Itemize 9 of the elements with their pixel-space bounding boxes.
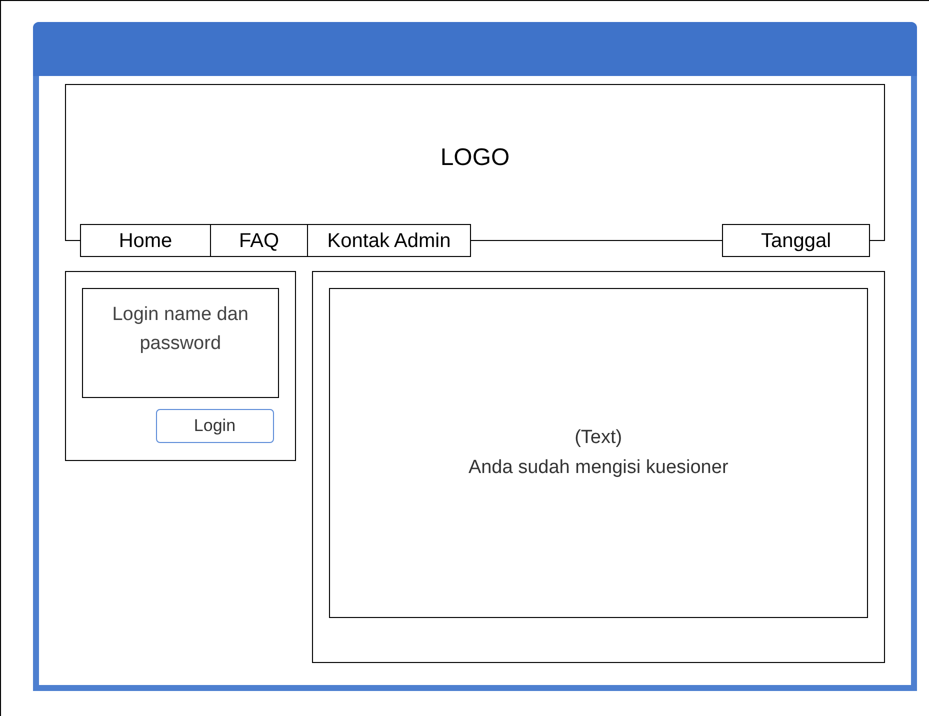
nav-link[interactable]: Home xyxy=(80,224,211,257)
login-button[interactable]: Login xyxy=(156,409,274,443)
nav-link[interactable]: Kontak Admin xyxy=(307,224,471,257)
logo-text: LOGO xyxy=(440,142,510,172)
date-box: Tanggal xyxy=(722,224,870,257)
login-input-field[interactable]: Login name dan password xyxy=(82,288,279,398)
content-text: Anda sudah mengisi kuesioner xyxy=(468,456,728,480)
nav-link[interactable]: FAQ xyxy=(210,224,308,257)
content-text: (Text) xyxy=(574,426,622,450)
